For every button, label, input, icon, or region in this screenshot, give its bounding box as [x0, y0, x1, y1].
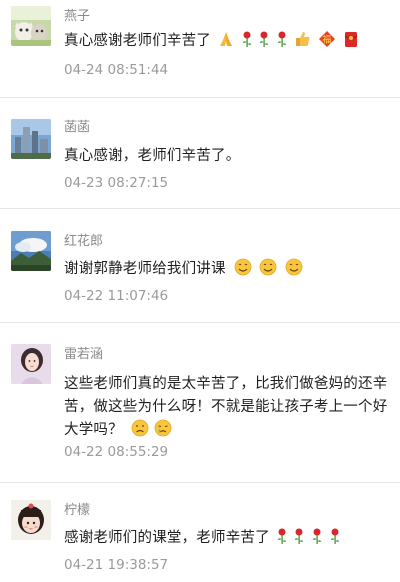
comment-text-body: 这些老师们真的是太辛苦了，比我们做爸妈的还辛苦，做这些为什么呀！不就是能让孩子考… — [64, 376, 388, 438]
comment-item: 菡菡 真心感谢，老师们辛苦了。 04-23 08:27:15 — [0, 98, 400, 209]
username[interactable]: 燕子 — [64, 8, 90, 26]
rose-icon — [331, 528, 340, 544]
rose-icon — [242, 31, 251, 47]
comment-text: 真心感谢老师们辛苦了 福 — [64, 30, 390, 53]
comment-item: 柠檬 感谢老师们的课堂，老师辛苦了 04-21 19:38:57 — [0, 483, 400, 582]
timestamp: 04-23 08:27:15 — [64, 175, 169, 191]
comment-text: 感谢老师们的课堂，老师辛苦了 — [64, 527, 390, 550]
comment-text: 真心感谢，老师们辛苦了。 — [64, 145, 390, 168]
avatar[interactable] — [11, 6, 51, 46]
rose-icon — [277, 528, 286, 544]
red-envelope-icon — [344, 32, 357, 47]
comment-text-body: 真心感谢，老师们辛苦了。 — [64, 148, 241, 164]
rose-icon — [313, 528, 322, 544]
comment-item: 雷若涵 这些老师们真的是太辛苦了，比我们做爸妈的还辛苦，做这些为什么呀！不就是能… — [0, 323, 400, 483]
cats-avatar-icon — [11, 6, 51, 46]
avatar[interactable] — [11, 119, 51, 159]
username[interactable]: 雷若涵 — [64, 346, 103, 364]
comment-text-body: 真心感谢老师们辛苦了 — [64, 33, 211, 49]
comment-text: 这些老师们真的是太辛苦了，比我们做爸妈的还辛苦，做这些为什么呀！不就是能让孩子考… — [64, 373, 390, 442]
smile-icon — [234, 258, 251, 276]
username[interactable]: 柠檬 — [64, 502, 90, 520]
red-envelope-blessing-icon: 福 — [318, 31, 335, 47]
timestamp: 04-22 08:55:29 — [64, 444, 169, 460]
avatar[interactable] — [11, 500, 51, 540]
smile-icon — [259, 258, 277, 276]
comment-item: 红花郎 谢谢郭静老师给我们讲课 04-22 11:07:46 — [0, 209, 400, 323]
timestamp: 04-21 19:38:57 — [64, 557, 169, 573]
smile-icon — [285, 258, 303, 276]
timestamp: 04-24 08:51:44 — [64, 62, 169, 78]
folded-hands-icon — [219, 32, 232, 46]
comment-text-body: 谢谢郭静老师给我们讲课 — [64, 261, 226, 277]
avatar[interactable] — [11, 231, 51, 271]
rose-icon — [260, 31, 269, 47]
rose-icon — [295, 528, 304, 544]
sad-face-icon — [131, 419, 149, 437]
username[interactable]: 菡菡 — [64, 119, 90, 137]
comment-text-body: 感谢老师们的课堂，老师辛苦了 — [64, 530, 270, 546]
rose-icon — [278, 31, 287, 47]
girl-portrait-avatar-icon — [11, 344, 51, 384]
comment-text: 谢谢郭静老师给我们讲课 — [64, 258, 390, 281]
comment-item: 燕子 真心感谢老师们辛苦了 福 04-24 08:51:44 — [0, 0, 400, 98]
username[interactable]: 红花郎 — [64, 233, 103, 251]
crying-face-icon — [155, 419, 172, 437]
thumbs-up-icon — [296, 32, 310, 46]
svg-text:福: 福 — [322, 34, 331, 46]
avatar[interactable] — [11, 344, 51, 384]
city-buildings-avatar-icon — [11, 119, 51, 159]
mountain-sky-avatar-icon — [11, 231, 51, 271]
girl-cartoon-avatar-icon — [11, 500, 51, 540]
timestamp: 04-22 11:07:46 — [64, 288, 169, 304]
